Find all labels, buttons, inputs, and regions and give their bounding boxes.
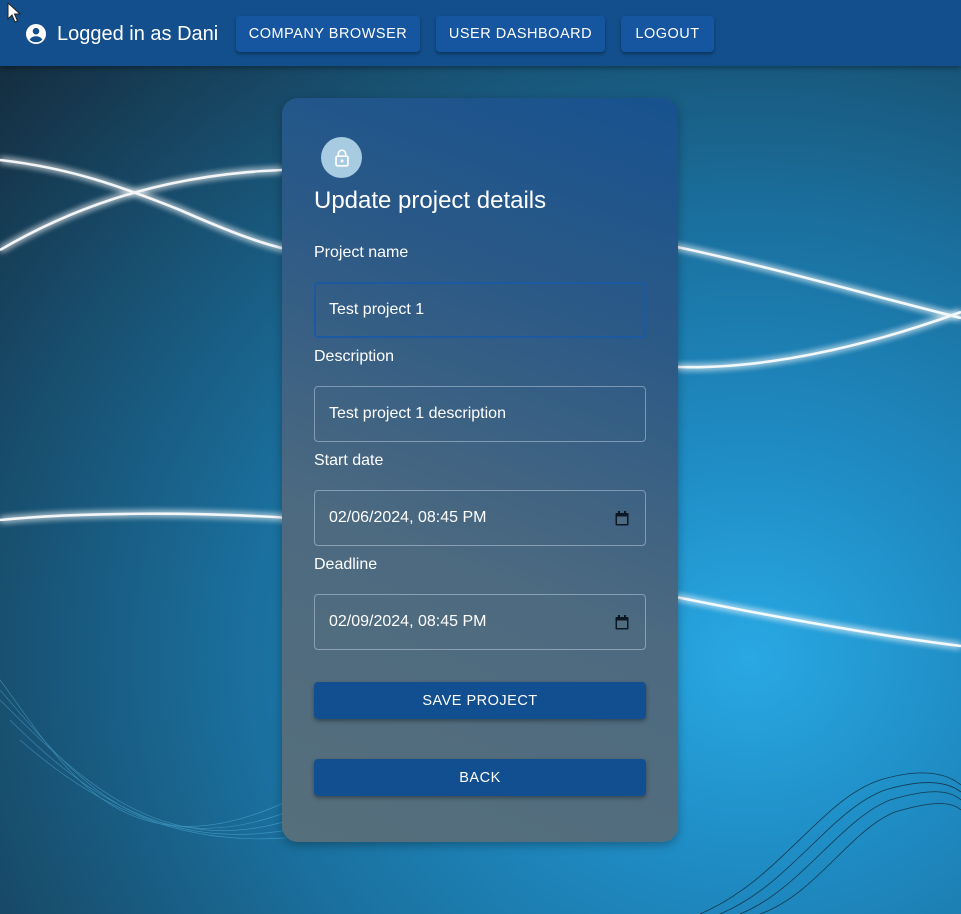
deadline-label: Deadline [314, 556, 378, 573]
start-date-value: 02/06/2024, 08:45 PM [329, 509, 487, 526]
project-name-label: Project name [314, 244, 409, 261]
calendar-icon[interactable] [615, 511, 629, 526]
mouse-cursor-icon [7, 2, 22, 23]
deadline-value: 02/09/2024, 08:45 PM [329, 613, 487, 630]
page-title: Update project details [314, 187, 547, 214]
update-project-card: Update project details Project name Test… [282, 98, 678, 842]
user-dashboard-button[interactable]: USER DASHBOARD [436, 16, 605, 52]
deadline-input[interactable]: 02/09/2024, 08:45 PM [314, 594, 646, 650]
lock-badge [321, 137, 362, 178]
calendar-icon[interactable] [615, 615, 629, 630]
description-input[interactable]: Test project 1 description [314, 386, 646, 442]
logged-in-user: Logged in as Dani [24, 21, 218, 47]
description-value: Test project 1 description [329, 405, 506, 422]
start-date-input[interactable]: 02/06/2024, 08:45 PM [314, 490, 646, 546]
start-date-label: Start date [314, 452, 384, 469]
save-project-button[interactable]: SAVE PROJECT [314, 682, 646, 719]
account-circle-icon [26, 24, 46, 44]
logout-button[interactable]: LOGOUT [621, 16, 714, 52]
top-app-bar: Logged in as Dani COMPANY BROWSER USER D… [0, 0, 961, 66]
back-button[interactable]: BACK [314, 759, 646, 796]
description-label: Description [314, 348, 395, 365]
project-name-value: Test project 1 [329, 301, 425, 318]
lock-icon [334, 148, 349, 167]
logged-in-user-label: Logged in as Dani [57, 23, 219, 45]
project-name-input[interactable]: Test project 1 [314, 282, 646, 338]
company-browser-button[interactable]: COMPANY BROWSER [236, 16, 420, 52]
